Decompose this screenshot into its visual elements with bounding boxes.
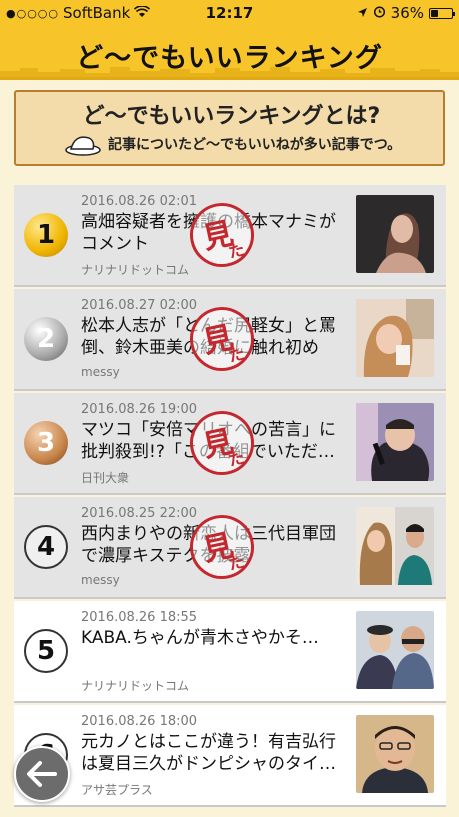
- item-source: ナリナリドットコム: [81, 679, 190, 693]
- rank-badge: 4: [24, 525, 68, 569]
- banner-title: ど〜でもいいランキングとは?: [82, 104, 381, 129]
- rank-badge: 1: [24, 213, 68, 257]
- item-thumbnail: [356, 403, 434, 481]
- skyline-decoration: [0, 67, 459, 77]
- item-thumbnail: [356, 611, 434, 689]
- app-header: ど〜でもいいランキング: [0, 26, 459, 80]
- status-bar: ●○○○○ SoftBank 12:17 36%: [0, 0, 459, 26]
- ranking-item-1[interactable]: 1 2016.08.26 02:01 高畑容疑者を擁護の橋本マナミがコメント ナ…: [14, 185, 446, 287]
- stamp-char-2: た: [226, 239, 247, 262]
- stamp-char-2: た: [226, 343, 247, 366]
- item-date: 2016.08.26 02:01: [81, 194, 198, 209]
- location-arrow-icon: [357, 4, 368, 22]
- ranking-item-5[interactable]: 5 2016.08.26 18:55 KABA.ちゃんが青木さやかそ… ナリナリ…: [14, 601, 446, 703]
- ranking-item-3[interactable]: 3 2016.08.26 19:00 マツコ「安倍マリオへの苦言」に批判殺到!?…: [14, 393, 446, 495]
- back-button[interactable]: [14, 746, 70, 802]
- stamp-char-2: た: [226, 551, 247, 574]
- battery-icon: [429, 7, 455, 19]
- item-date: 2016.08.27 02:00: [81, 298, 198, 313]
- arrow-left-icon: [27, 761, 57, 787]
- rank-badge: 5: [24, 629, 68, 673]
- item-thumbnail: [356, 507, 434, 585]
- hat-icon: [65, 136, 101, 156]
- item-title: KABA.ちゃんが青木さやかそ…: [81, 628, 319, 648]
- item-source: アサ芸プラス: [81, 783, 153, 797]
- item-date: 2016.08.26 18:00: [81, 714, 198, 729]
- item-source: messy: [81, 365, 120, 379]
- ranking-item-6[interactable]: 6 2016.08.26 18:00 元カノとはここが違う！有吉弘行は夏目三久が…: [14, 705, 446, 807]
- item-title: 元カノとはここが違う！有吉弘行は夏目三久がドンピシャのタイ…: [81, 732, 336, 774]
- stamp-char-2: た: [226, 447, 247, 470]
- rank-badge: 3: [24, 421, 68, 465]
- item-thumbnail: [356, 299, 434, 377]
- about-ranking-banner[interactable]: ど〜でもいいランキングとは? 記事についたど〜でもいいねが多い記事でつ。: [14, 90, 445, 166]
- item-date: 2016.08.25 22:00: [81, 506, 198, 521]
- banner-subtitle: 記事についたど〜でもいいねが多い記事でつ。: [108, 137, 402, 153]
- item-date: 2016.08.26 18:55: [81, 610, 198, 625]
- status-right: 36%: [357, 4, 455, 22]
- ranking-item-4[interactable]: 4 2016.08.25 22:00 西内まりやの新恋人は三代目軍団で濃厚キステ…: [14, 497, 446, 599]
- item-source: messy: [81, 573, 120, 587]
- item-date: 2016.08.26 19:00: [81, 402, 198, 417]
- ranking-item-2[interactable]: 2 2016.08.27 02:00 松本人志が「とんだ尻軽女」と罵倒、鈴木亜美…: [14, 289, 446, 391]
- battery-percent: 36%: [390, 4, 424, 22]
- item-source: ナリナリドットコム: [81, 263, 190, 277]
- ranking-list: 1 2016.08.26 02:01 高畑容疑者を擁護の橋本マナミがコメント ナ…: [14, 185, 446, 817]
- item-thumbnail: [356, 715, 434, 793]
- rank-badge: 2: [24, 317, 68, 361]
- alarm-icon: [373, 4, 386, 22]
- item-source: 日刊大衆: [81, 471, 130, 485]
- battery-fill: [431, 9, 438, 17]
- item-thumbnail: [356, 195, 434, 273]
